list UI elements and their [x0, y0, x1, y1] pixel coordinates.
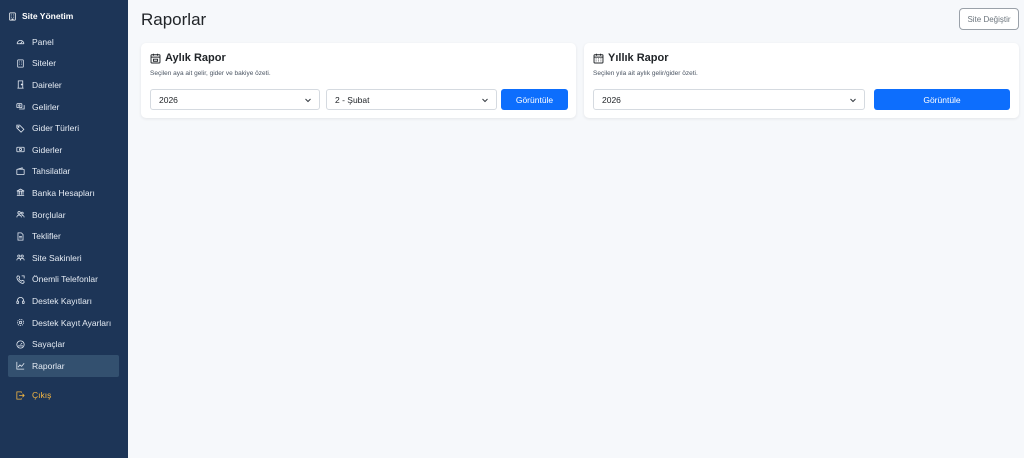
sidebar-item-label: Siteler [32, 58, 57, 69]
sidebar-item-label: Borçlular [32, 209, 66, 220]
brand-title: Site Yönetim [22, 11, 74, 21]
yearly-report-title: Yıllık Rapor [593, 52, 669, 64]
sidebar: Site Yönetim Panel Siteler Daireler Geli… [0, 0, 128, 458]
headset-icon [16, 297, 25, 305]
sidebar-item-label: Banka Hesapları [32, 187, 95, 198]
sidebar-item-label: Destek Kayıtları [32, 295, 92, 306]
sidebar-item-giderler[interactable]: Giderler [8, 139, 119, 161]
switch-site-button[interactable]: Site Değiştir [959, 8, 1019, 30]
buildings-icon [17, 59, 24, 68]
sidebar-item-daireler[interactable]: Daireler [8, 74, 119, 96]
calendar-year-icon [593, 53, 604, 63]
sidebar-item-label: Site Sakinleri [32, 252, 82, 263]
monthly-report-description: Seçilen aya ait gelir, gider ve bakiye ö… [150, 70, 271, 77]
yearly-title-text: Yıllık Rapor [608, 52, 669, 64]
sidebar-item-teklifler[interactable]: Teklifler [8, 225, 119, 247]
phone-icon [16, 275, 25, 284]
monthly-year-select[interactable]: 2026 [150, 89, 320, 110]
sidebar-item-panel[interactable]: Panel [8, 31, 119, 53]
residents-icon [16, 254, 25, 261]
sidebar-item-siteler[interactable]: Siteler [8, 53, 119, 75]
yearly-report-card: Yıllık Rapor Seçilen yıla ait aylık geli… [584, 43, 1019, 118]
wallet-icon [16, 167, 25, 175]
monthly-month-value: 2 - Şubat [335, 94, 370, 105]
sidebar-nav: Panel Siteler Daireler Gelirler Gider Tü… [0, 31, 128, 377]
sidebar-item-tahsilatlar[interactable]: Tahsilatlar [8, 161, 119, 183]
chevron-down-icon [305, 98, 311, 103]
sidebar-item-label: Daireler [32, 79, 62, 90]
bank-icon [16, 189, 25, 197]
sidebar-item-raporlar[interactable]: Raporlar [8, 354, 119, 377]
monthly-view-button[interactable]: Görüntüle [501, 89, 568, 110]
monthly-report-title: Aylık Rapor [150, 52, 226, 64]
chevron-down-icon [482, 98, 488, 103]
sidebar-item-label: Tahsilatlar [32, 166, 71, 177]
document-icon [17, 232, 24, 241]
monthly-title-text: Aylık Rapor [165, 52, 226, 64]
sidebar-item-sayaclar[interactable]: Sayaçlar [8, 333, 119, 355]
sidebar-item-destek-kayit-ayarlari[interactable]: Destek Kayıt Ayarları [8, 312, 119, 334]
sidebar-item-label: Teklifler [32, 231, 61, 242]
sidebar-item-label: Giderler [32, 144, 63, 155]
sidebar-item-destek-kayitlari[interactable]: Destek Kayıtları [8, 290, 119, 312]
chart-icon [16, 362, 25, 370]
tag-icon [16, 124, 25, 133]
monthly-month-select[interactable]: 2 - Şubat [326, 89, 497, 110]
page-title: Raporlar [141, 10, 207, 29]
speedometer-icon [16, 40, 25, 45]
logout-label: Çıkış [32, 390, 52, 400]
monthly-report-card: Aylık Rapor Seçilen aya ait gelir, gider… [141, 43, 576, 118]
calendar-month-icon [150, 53, 161, 63]
logout-button[interactable]: Çıkış [8, 385, 119, 406]
yearly-year-select[interactable]: 2026 [593, 89, 865, 110]
sidebar-item-onemli-telefonlar[interactable]: Önemli Telefonlar [8, 269, 119, 291]
sidebar-item-gider-turleri[interactable]: Gider Türleri [8, 117, 119, 139]
sidebar-item-label: Gelirler [32, 101, 60, 112]
cash-icon [16, 147, 25, 153]
monthly-year-value: 2026 [159, 94, 178, 105]
chevron-down-icon [850, 98, 856, 103]
people-icon [16, 211, 25, 218]
door-icon [17, 80, 24, 90]
yearly-view-button[interactable]: Görüntüle [874, 89, 1010, 110]
yearly-report-description: Seçilen yıla ait aylık gelir/gider özeti… [593, 70, 698, 77]
sidebar-item-label: Sayaçlar [32, 339, 66, 350]
logout-icon [16, 390, 25, 400]
gauge-icon [16, 340, 25, 349]
sidebar-item-label: Panel [32, 36, 54, 47]
sidebar-item-gelirler[interactable]: Gelirler [8, 96, 119, 118]
gear-icon [17, 319, 24, 327]
main-content: Raporlar Site Değiştir Aylık Rapor Seçil… [128, 0, 1024, 458]
brand[interactable]: Site Yönetim [0, 0, 128, 24]
sidebar-item-label: Destek Kayıt Ayarları [32, 317, 112, 328]
sidebar-item-label: Önemli Telefonlar [32, 274, 98, 285]
yearly-year-value: 2026 [602, 94, 621, 105]
sidebar-item-banka-hesaplari[interactable]: Banka Hesapları [8, 182, 119, 204]
building-icon [9, 11, 16, 21]
sidebar-item-site-sakinleri[interactable]: Site Sakinleri [8, 247, 119, 269]
sidebar-item-label: Raporlar [32, 360, 65, 371]
income-icon [16, 103, 25, 110]
sidebar-item-label: Gider Türleri [32, 123, 80, 134]
sidebar-item-borclular[interactable]: Borçlular [8, 204, 119, 226]
